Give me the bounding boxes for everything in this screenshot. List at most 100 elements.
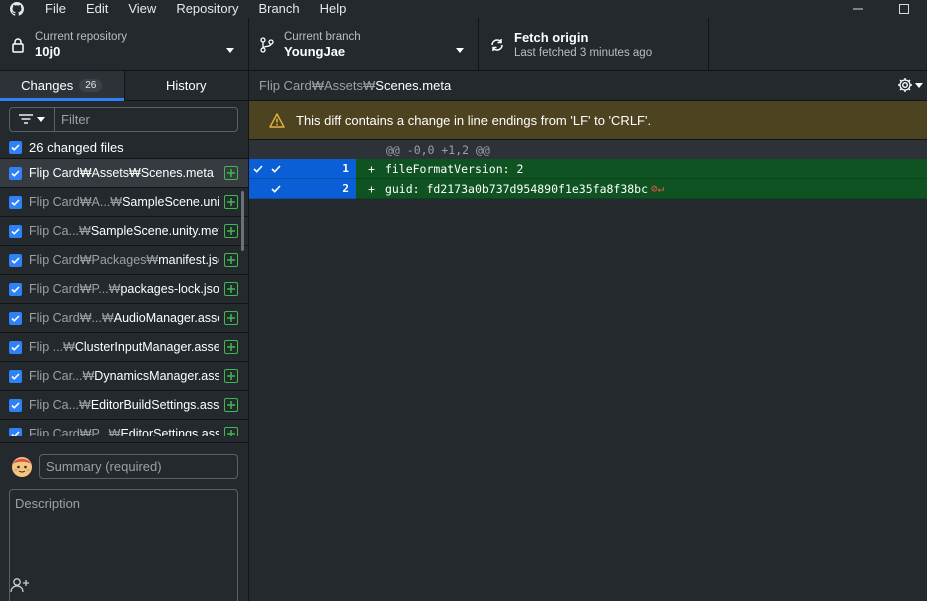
file-checkbox[interactable]: [9, 398, 22, 412]
line-text: fileFormatVersion: 2: [384, 161, 524, 176]
menu-view[interactable]: View: [117, 0, 165, 18]
line-text: guid: fd2173a0b737d954890f1e35fa8f38bc: [384, 181, 649, 196]
file-path: Flip Card₩Assets₩Scenes.meta: [29, 166, 219, 180]
menu-file[interactable]: File: [34, 0, 75, 18]
file-checkbox[interactable]: [9, 195, 22, 209]
file-name: DynamicsManager.asset: [94, 369, 219, 383]
file-checkbox[interactable]: [9, 282, 22, 296]
hunk-gutter[interactable]: [249, 140, 356, 159]
file-added-icon: [224, 253, 238, 267]
menu-repository[interactable]: Repository: [165, 0, 247, 18]
file-path: Flip Car...₩DynamicsManager.asset: [29, 369, 219, 383]
changed-file-list: Flip Card₩Assets₩Scenes.meta Flip Card₩A.…: [0, 159, 248, 436]
filter-input[interactable]: [55, 106, 238, 132]
changed-files-header: 26 changed files: [0, 137, 248, 159]
current-repository-value: 10j0: [35, 43, 61, 59]
menu-edit[interactable]: Edit: [75, 0, 117, 18]
menu-branch[interactable]: Branch: [247, 0, 308, 18]
file-dir: Flip ...₩: [29, 340, 75, 354]
file-list-item[interactable]: Flip Card₩P...₩packages-lock.json: [0, 275, 248, 304]
file-checkbox[interactable]: [9, 311, 22, 325]
file-list-item[interactable]: Flip Car...₩DynamicsManager.asset: [0, 362, 248, 391]
file-dir: Flip Card₩Packages₩: [29, 253, 159, 267]
maximize-button[interactable]: [881, 0, 927, 18]
chevron-down-icon: [915, 82, 923, 88]
tab-changes[interactable]: Changes 26: [0, 71, 125, 101]
file-list-item[interactable]: Flip Card₩Packages₩manifest.json: [0, 246, 248, 275]
file-list-item[interactable]: Flip Ca...₩SampleScene.unity.meta: [0, 217, 248, 246]
toolbar: Current repository 10j0 Current branch Y…: [0, 18, 927, 71]
filter-icon: [19, 114, 33, 124]
file-added-icon: [224, 166, 238, 180]
commit-area: [0, 442, 248, 601]
file-path: Flip ...₩ClusterInputManager.asset: [29, 340, 219, 354]
github-logo-icon: [0, 0, 34, 18]
filter-options-button[interactable]: [9, 106, 55, 132]
menu-help[interactable]: Help: [309, 0, 356, 18]
filter-row: [0, 101, 248, 137]
file-added-icon: [224, 224, 238, 238]
summary-input[interactable]: [39, 454, 238, 479]
avatar: [10, 454, 34, 478]
file-list-scrollbar[interactable]: [241, 191, 244, 251]
file-path: Flip Card₩A...₩SampleScene.unity: [29, 195, 219, 209]
file-list-item[interactable]: Flip Card₩A...₩SampleScene.unity: [0, 188, 248, 217]
file-list-item[interactable]: Flip Ca...₩EditorBuildSettings.asset: [0, 391, 248, 420]
file-checkbox[interactable]: [9, 253, 22, 267]
sidebar-tabs: Changes 26 History: [0, 71, 248, 101]
no-newline-icon: ⊘↵: [651, 182, 665, 195]
sync-icon: [479, 37, 514, 53]
diff-options-button[interactable]: [897, 77, 923, 93]
tab-history-label: History: [166, 78, 207, 93]
minimize-button[interactable]: [835, 0, 881, 18]
check-icon: [267, 184, 285, 193]
file-checkbox[interactable]: [9, 224, 22, 238]
add-co-author-icon[interactable]: [10, 577, 30, 593]
line-gutter[interactable]: 1: [249, 159, 356, 179]
file-added-icon: [224, 427, 238, 436]
diff-path-name: Scenes.meta: [375, 78, 452, 93]
file-dir: Flip Card₩Assets₩: [29, 166, 141, 180]
description-box: [9, 489, 238, 601]
chevron-down-icon: [456, 41, 464, 56]
window-controls: [835, 0, 927, 18]
tab-history[interactable]: History: [125, 71, 249, 100]
line-content: + guid: fd2173a0b737d954890f1e35fa8f38bc ⊘…: [356, 179, 927, 199]
file-added-icon: [224, 369, 238, 383]
file-list-item[interactable]: Flip ...₩ClusterInputManager.asset: [0, 333, 248, 362]
line-content: + fileFormatVersion: 2: [356, 159, 927, 179]
file-checkbox[interactable]: [9, 340, 22, 354]
file-path: Flip Ca...₩SampleScene.unity.meta: [29, 224, 219, 238]
chevron-down-icon: [37, 116, 45, 122]
current-branch-value: YoungJae: [284, 43, 346, 59]
file-dir: Flip Card₩P...₩: [29, 282, 121, 296]
file-dir: Flip Ca...₩: [29, 224, 91, 238]
description-input[interactable]: [10, 490, 237, 570]
file-checkbox[interactable]: [9, 427, 22, 436]
file-added-icon: [224, 311, 238, 325]
file-added-icon: [224, 398, 238, 412]
diff-content: @@ -0,0 +1,2 @@ 1 + fileFormatVersion: 2 2 +…: [249, 140, 927, 199]
file-list-item[interactable]: Flip Card₩P...₩EditorSettings.asset: [0, 420, 248, 436]
line-gutter[interactable]: 2: [249, 179, 356, 199]
file-list-item[interactable]: Flip Card₩Assets₩Scenes.meta: [0, 159, 248, 188]
file-checkbox[interactable]: [9, 369, 22, 383]
fetch-origin-button[interactable]: Fetch origin Last fetched 3 minutes ago: [479, 18, 709, 71]
sidebar: Changes 26 History 26 changed files Flip…: [0, 71, 249, 601]
branch-icon: [249, 36, 284, 53]
diff-path-dir: Flip Card₩Assets₩: [259, 78, 376, 93]
file-path: Flip Card₩...₩AudioManager.asset: [29, 311, 219, 325]
line-number: 2: [342, 182, 349, 195]
file-dir: Flip Card₩...₩: [29, 311, 114, 325]
file-dir: Flip Card₩A...₩: [29, 195, 123, 209]
diff-file-path: Flip Card₩Assets₩ Scenes.meta: [249, 71, 927, 101]
file-list-item[interactable]: Flip Card₩...₩AudioManager.asset: [0, 304, 248, 333]
select-all-checkbox[interactable]: [9, 141, 22, 154]
current-repository-button[interactable]: Current repository 10j0: [0, 18, 249, 71]
title-bar: File Edit View Repository Branch Help: [0, 0, 927, 18]
changes-count-badge: 26: [79, 79, 103, 92]
current-branch-button[interactable]: Current branch YoungJae: [249, 18, 479, 71]
file-checkbox[interactable]: [9, 166, 22, 180]
file-dir: Flip Car...₩: [29, 369, 95, 383]
check-icon: [267, 164, 285, 173]
